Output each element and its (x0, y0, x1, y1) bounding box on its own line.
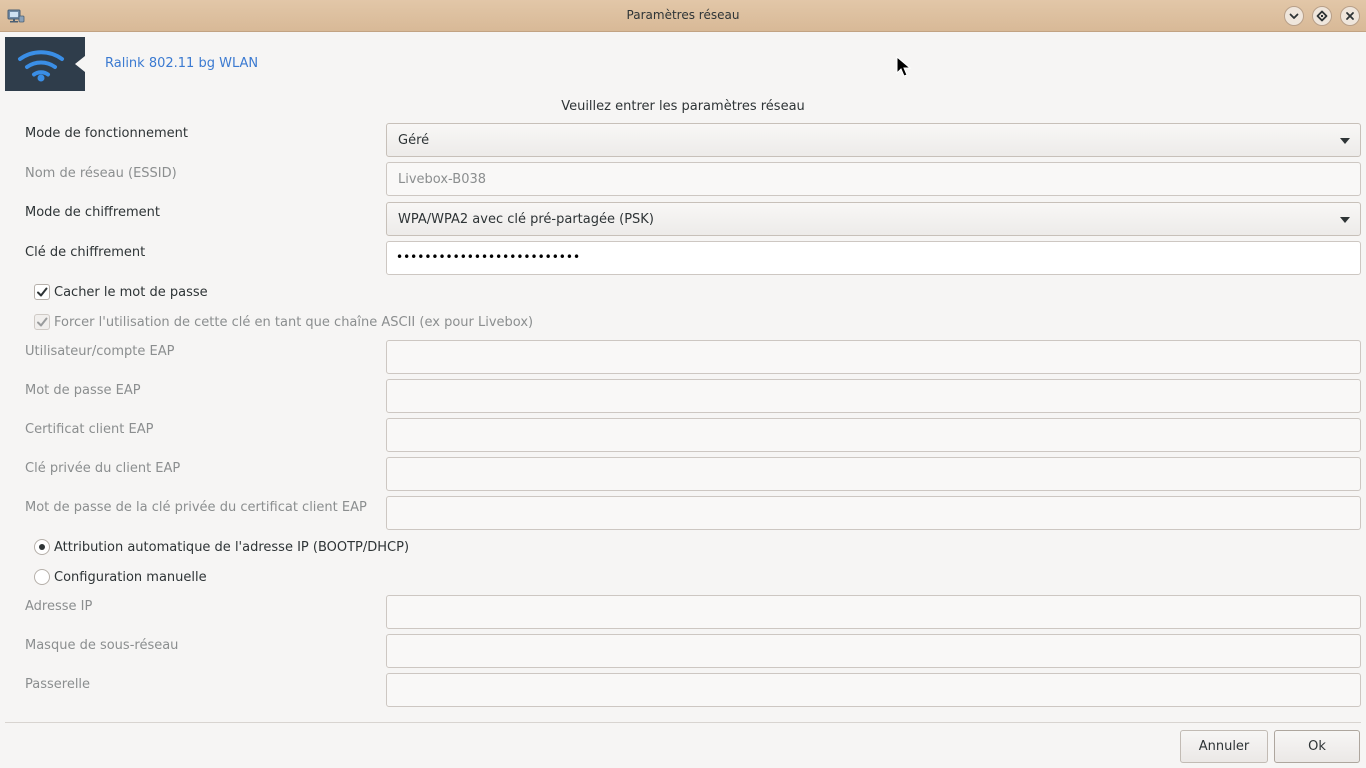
eap-key-password-field[interactable] (386, 496, 1361, 530)
encryption-key-field[interactable]: •••••••••••••••••••••••••• (386, 241, 1361, 275)
close-button[interactable] (1340, 6, 1360, 26)
gateway-label: Passerelle (25, 677, 91, 692)
force-ascii-checkbox[interactable] (34, 314, 50, 330)
eap-client-cert-field[interactable] (386, 418, 1361, 452)
close-icon (1346, 12, 1354, 20)
encryption-mode-select[interactable]: WPA/WPA2 avec clé pré-partagée (PSK) (386, 202, 1361, 236)
eap-password-label: Mot de passe EAP (25, 383, 141, 398)
mode-select[interactable]: Géré (386, 123, 1361, 157)
netmask-label: Masque de sous-réseau (25, 638, 179, 653)
ok-button[interactable]: Ok (1274, 730, 1360, 763)
checkmark-icon (37, 287, 48, 297)
title-bar[interactable]: Paramètres réseau (0, 0, 1366, 32)
checkmark-icon (37, 317, 48, 327)
hide-password-label: Cacher le mot de passe (54, 284, 208, 300)
hide-password-checkbox[interactable] (34, 284, 50, 300)
wifi-device-icon (5, 37, 85, 91)
instructions-text: Veuillez entrer les paramètres réseau (561, 99, 805, 114)
encryption-mode-value: WPA/WPA2 avec clé pré-partagée (PSK) (398, 212, 654, 227)
window-title: Paramètres réseau (626, 8, 740, 22)
encryption-key-label: Clé de chiffrement (25, 245, 146, 260)
netmask-field[interactable] (386, 634, 1361, 668)
dropdown-arrow-icon (1340, 217, 1350, 223)
encryption-mode-label: Mode de chiffrement (25, 205, 160, 220)
force-ascii-row[interactable]: Forcer l'utilisation de cette clé en tan… (34, 314, 533, 330)
manual-label: Configuration manuelle (54, 569, 207, 585)
mouse-cursor-icon (896, 56, 912, 77)
eap-client-cert-label: Certificat client EAP (25, 422, 154, 437)
gateway-field[interactable] (386, 673, 1361, 707)
manual-radio[interactable] (34, 569, 50, 585)
dropdown-arrow-icon (1340, 138, 1350, 144)
essid-value: Livebox-B038 (398, 172, 487, 187)
essid-label: Nom de réseau (ESSID) (25, 166, 177, 181)
eap-key-password-label: Mot de passe de la clé privée du certifi… (25, 500, 367, 515)
mode-label: Mode de fonctionnement (25, 126, 188, 141)
radio-selected-dot (39, 544, 45, 550)
device-name: Ralink 802.11 bg WLAN (105, 56, 259, 71)
ip-label: Adresse IP (25, 599, 93, 614)
ip-field[interactable] (386, 595, 1361, 629)
minimize-button[interactable] (1284, 6, 1304, 26)
force-ascii-label: Forcer l'utilisation de cette clé en tan… (54, 314, 534, 330)
dhcp-label: Attribution automatique de l'adresse IP … (54, 539, 410, 555)
cancel-button[interactable]: Annuler (1180, 730, 1268, 763)
encryption-key-masked: •••••••••••••••••••••••••• (396, 250, 581, 264)
hide-password-row[interactable]: Cacher le mot de passe (34, 284, 208, 300)
eap-user-field[interactable] (386, 340, 1361, 374)
mode-value: Géré (398, 133, 430, 148)
eap-user-label: Utilisateur/compte EAP (25, 344, 175, 359)
footer-separator (5, 722, 1361, 723)
essid-field[interactable]: Livebox-B038 (386, 162, 1361, 196)
manual-radio-row[interactable]: Configuration manuelle (34, 569, 207, 585)
eap-client-key-label: Clé privée du client EAP (25, 461, 181, 476)
dhcp-radio[interactable] (34, 539, 50, 555)
dhcp-radio-row[interactable]: Attribution automatique de l'adresse IP … (34, 539, 409, 555)
chevron-down-icon (1289, 13, 1299, 19)
maximize-icon (1316, 10, 1328, 22)
eap-password-field[interactable] (386, 379, 1361, 413)
wifi-icon (18, 50, 64, 82)
maximize-button[interactable] (1312, 6, 1332, 26)
eap-client-key-field[interactable] (386, 457, 1361, 491)
